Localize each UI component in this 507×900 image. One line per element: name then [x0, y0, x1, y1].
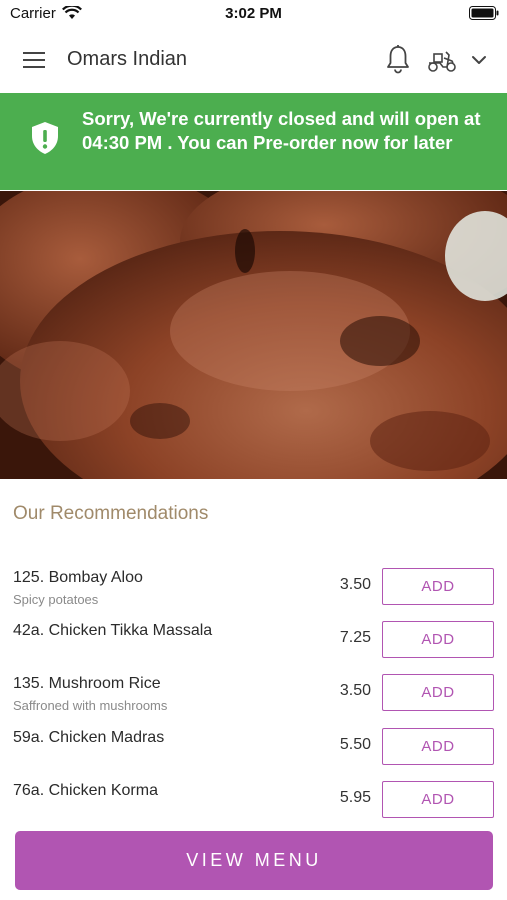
bell-icon[interactable]: [385, 44, 411, 74]
shield-alert-icon: [30, 121, 60, 155]
menu-item-row: 42a. Chicken Tikka Massala 7.25 ADD: [0, 613, 507, 666]
chevron-down-icon[interactable]: [468, 50, 490, 70]
hero-food-image: [0, 191, 507, 479]
hamburger-menu-icon[interactable]: [20, 48, 48, 72]
item-price: 5.95: [339, 789, 371, 806]
item-description: Saffroned with mushrooms: [13, 698, 168, 713]
status-bar: Carrier 3:02 PM: [0, 0, 507, 28]
battery-icon: [469, 6, 499, 25]
item-price: 5.50: [339, 736, 371, 753]
item-name: 42a. Chicken Tikka Massala: [13, 622, 213, 639]
clock-time: 3:02 PM: [225, 5, 282, 22]
menu-item-row: 76a. Chicken Korma 5.95 ADD: [0, 773, 507, 826]
recommendations-title: Our Recommendations: [13, 503, 209, 524]
scooter-icon[interactable]: [426, 46, 458, 74]
item-price: 3.50: [339, 576, 371, 593]
view-menu-button[interactable]: VIEW MENU: [15, 831, 493, 890]
restaurant-name: Omars Indian: [67, 48, 188, 70]
menu-item-row: 135. Mushroom Rice Saffroned with mushro…: [0, 666, 507, 719]
menu-item-row: 125. Bombay Aloo Spicy potatoes 3.50 ADD: [0, 560, 507, 613]
add-button[interactable]: ADD: [382, 568, 494, 605]
add-button[interactable]: ADD: [382, 621, 494, 658]
add-button[interactable]: ADD: [382, 781, 494, 818]
closed-banner: Sorry, We're currently closed and will o…: [0, 93, 507, 190]
item-name: 76a. Chicken Korma: [13, 782, 158, 799]
item-name: 59a. Chicken Madras: [13, 729, 165, 746]
item-description: Spicy potatoes: [13, 592, 99, 607]
add-button[interactable]: ADD: [382, 728, 494, 765]
add-button[interactable]: ADD: [382, 674, 494, 711]
item-price: 7.25: [339, 629, 371, 646]
item-name: 125. Bombay Aloo: [13, 569, 143, 586]
app-header: Omars Indian: [0, 28, 507, 92]
menu-item-row: 59a. Chicken Madras 5.50 ADD: [0, 720, 507, 773]
item-name: 135. Mushroom Rice: [13, 675, 161, 692]
closed-message: Sorry, We're currently closed and will o…: [82, 108, 481, 153]
item-price: 3.50: [339, 682, 371, 699]
